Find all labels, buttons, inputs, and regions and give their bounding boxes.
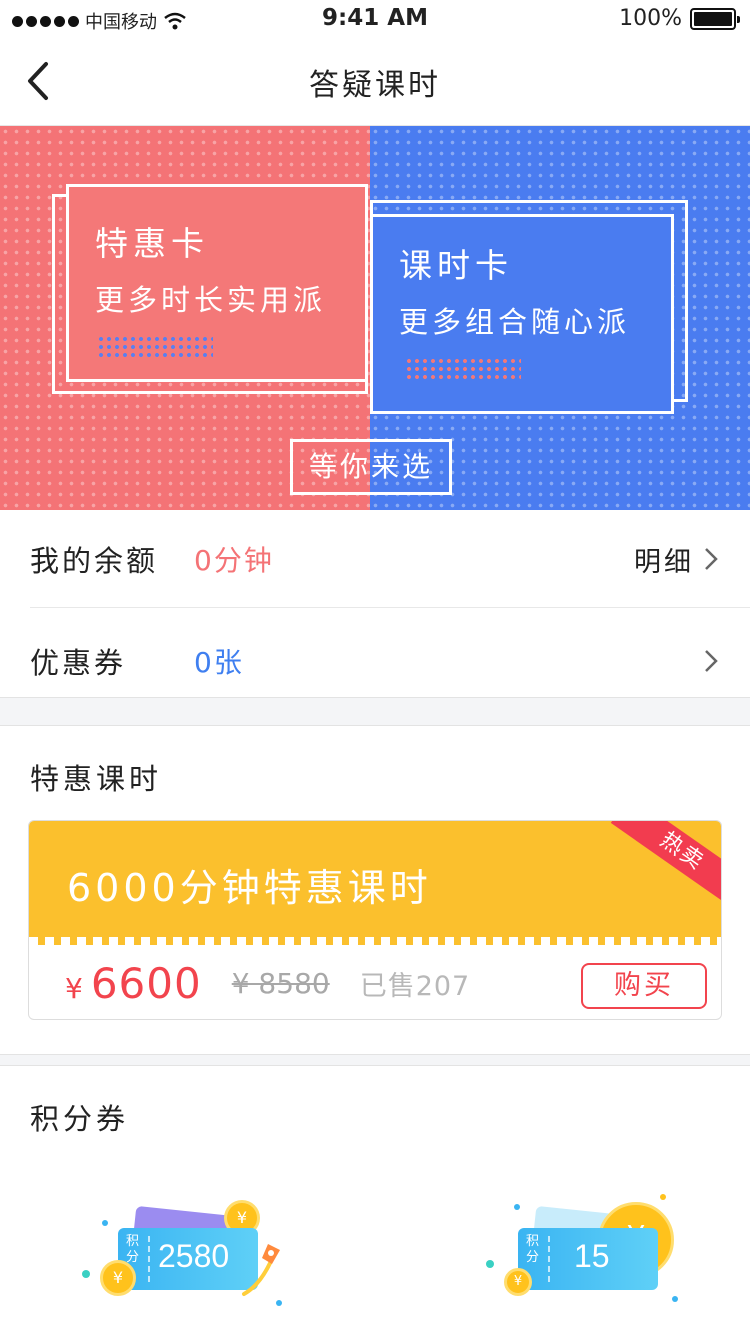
coupon-tag: 积分 — [126, 1234, 140, 1265]
coupons-section: 积分券 ¥ 积分 2580 ¥ ¥ 积分 15 ¥ — [0, 1065, 750, 1334]
coupon-label: 优惠券 — [30, 646, 127, 680]
battery-percent: 100% — [619, 6, 682, 31]
balance-label: 我的余额 — [30, 544, 159, 578]
card-red-title: 特惠卡 — [95, 224, 209, 263]
card-red[interactable]: 特惠卡 更多时长实用派 — [66, 184, 368, 382]
deal-price: ¥ 6600 — [65, 959, 202, 1008]
coin-icon: ¥ — [504, 1268, 532, 1296]
coin-icon: ¥ — [100, 1260, 136, 1296]
price-value: 6600 — [90, 958, 202, 1008]
chevron-right-icon — [705, 548, 718, 570]
promo-banner[interactable]: 特惠卡 更多时长实用派 课时卡 更多组合随心派 等你来选 — [0, 126, 750, 510]
banner-tag: 等你来选 — [290, 439, 452, 495]
coupons-title: 积分券 — [30, 1102, 130, 1136]
buy-button[interactable]: 购买 — [581, 963, 707, 1009]
status-right: 100% — [619, 6, 740, 31]
coupon-ticket: 积分 2580 — [118, 1228, 258, 1290]
sparkle-icon — [82, 1270, 90, 1278]
coupon-ticket: 积分 15 — [518, 1228, 658, 1290]
deal-name: 6000分钟特惠课时 — [67, 866, 432, 910]
balance-panel: 我的余额 0分钟 明细 优惠券 0张 — [0, 510, 750, 698]
detail-label: 明细 — [634, 546, 694, 578]
sparkle-icon — [486, 1260, 494, 1268]
balance-row[interactable]: 我的余额 0分钟 明细 — [30, 512, 720, 606]
coupon-item[interactable]: ¥ 积分 15 ¥ — [478, 1176, 688, 1306]
sparkle-icon — [514, 1204, 520, 1210]
sparkle-icon — [102, 1220, 108, 1226]
coupon-value: 0张 — [194, 646, 244, 679]
card-blue-title: 课时卡 — [399, 246, 513, 285]
original-price: ¥ 8580 — [231, 966, 330, 1000]
card-blue-dots — [405, 357, 521, 381]
currency-symbol: ¥ — [65, 971, 83, 1005]
sparkle-icon — [672, 1296, 678, 1302]
card-red-dots — [97, 335, 213, 359]
sparkle-icon — [660, 1194, 666, 1200]
coupon-row[interactable]: 优惠券 0张 — [30, 614, 720, 708]
divider — [30, 607, 750, 608]
rocket-icon — [242, 1244, 280, 1296]
sparkle-icon — [276, 1300, 282, 1306]
deals-section: 特惠课时 6000分钟特惠课时 热卖 ¥ 6600 ¥ 8580 已售207 购… — [0, 725, 750, 1055]
nav-bar: 答疑课时 — [0, 40, 750, 126]
balance-value: 0分钟 — [194, 544, 274, 577]
battery-icon — [690, 7, 740, 30]
card-red-subtitle: 更多时长实用派 — [95, 283, 327, 317]
page-title: 答疑课时 — [309, 68, 441, 103]
card-blue-subtitle: 更多组合随心派 — [399, 305, 631, 339]
coupon-link[interactable] — [702, 648, 720, 674]
status-bar: 中国移动 9:41 AM 100% — [0, 0, 750, 40]
deal-header: 6000分钟特惠课时 热卖 — [29, 821, 721, 945]
card-blue[interactable]: 课时卡 更多组合随心派 — [370, 214, 674, 414]
deals-title: 特惠课时 — [30, 762, 163, 796]
coupon-amount: 15 — [574, 1238, 610, 1274]
deal-footer: ¥ 6600 ¥ 8580 已售207 购买 — [29, 945, 721, 1019]
hot-ribbon: 热卖 — [610, 821, 721, 909]
chevron-right-icon — [705, 650, 718, 672]
ticket-separator — [148, 1236, 150, 1282]
coupon-amount: 2580 — [158, 1238, 230, 1274]
coupon-item[interactable]: ¥ 积分 2580 ¥ — [78, 1176, 288, 1306]
sold-count: 已售207 — [359, 970, 471, 1002]
balance-detail-link[interactable]: 明细 — [634, 540, 720, 579]
coupon-tag: 积分 — [526, 1234, 540, 1265]
deal-card[interactable]: 6000分钟特惠课时 热卖 ¥ 6600 ¥ 8580 已售207 购买 — [28, 820, 722, 1020]
ticket-separator — [548, 1236, 550, 1282]
